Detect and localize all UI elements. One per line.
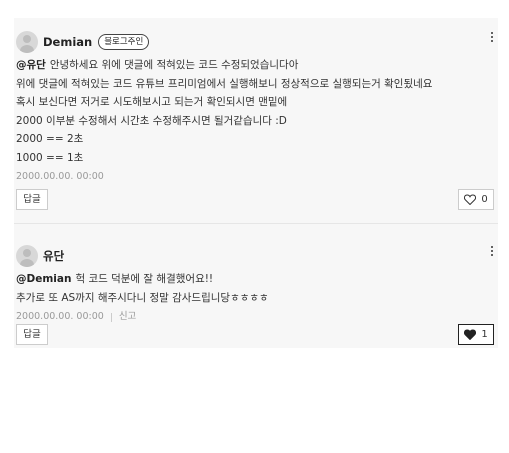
comment-list: Demian 블로그주인 @유단 안녕하세요 위에 댓글에 적혀있는 코드 수정되… [14, 18, 498, 348]
comment-line: @Demian 헉 코드 덕분에 잘 해결했어요!! [16, 273, 214, 285]
comment-header: 유단 [16, 245, 64, 267]
report-link[interactable]: 신고 [119, 308, 136, 327]
comment-body: @Demian 헉 코드 덕분에 잘 해결했어요!! 추가로 또 AS까지 해주시… [16, 270, 486, 327]
reply-button[interactable]: 답글 [16, 189, 48, 210]
divider [14, 223, 498, 224]
meta-separator [110, 312, 112, 322]
comment-line: 1000 == 1초 [16, 151, 84, 164]
comment-date: 2000.00.00. 00:00 [16, 171, 104, 182]
more-options-icon[interactable] [491, 32, 494, 44]
reply-button[interactable]: 답글 [16, 324, 48, 345]
comment-header: Demian 블로그주인 [16, 31, 150, 53]
mention: @Demian [16, 273, 72, 285]
like-button[interactable]: 1 [458, 324, 494, 345]
more-options-icon[interactable] [491, 246, 494, 258]
comment-line: 추가로 또 AS까지 해주시다니 정말 감사드립니당ㅎㅎㅎㅎ [16, 291, 269, 304]
author-name[interactable]: Demian [43, 35, 92, 49]
comment-line: 2000 이부분 수정해서 시간초 수정해주시면 될거같습니다 :D [16, 114, 287, 127]
heart-filled-icon [464, 329, 477, 340]
like-count: 1 [481, 329, 488, 340]
avatar[interactable] [16, 245, 38, 267]
owner-badge: 블로그주인 [98, 34, 150, 50]
comment-body: @유단 안녕하세요 위에 댓글에 적혀있는 코드 수정되었습니다아 위에 댓글에 … [16, 56, 486, 187]
heart-outline-icon [464, 194, 477, 205]
like-count: 0 [481, 194, 488, 205]
comment-meta: 2000.00.00. 00:00 [16, 168, 486, 187]
avatar[interactable] [16, 31, 38, 53]
comment-line: @유단 안녕하세요 위에 댓글에 적혀있는 코드 수정되었습니다아 [16, 59, 299, 71]
comment-line: 2000 == 2초 [16, 133, 84, 145]
comment-line: 혹시 보신다면 저거로 시도해보시고 되는거 확인되시면 맨밑에 [16, 96, 288, 108]
author-name[interactable]: 유단 [43, 248, 64, 264]
comment-meta: 2000.00.00. 00:00 신고 [16, 308, 486, 327]
comment-line: 위에 댓글에 적혀있는 코드 유튜브 프리미엄에서 실행해보니 정상적으로 실행… [16, 77, 433, 90]
mention: @유단 [16, 59, 46, 71]
like-button[interactable]: 0 [458, 189, 494, 210]
